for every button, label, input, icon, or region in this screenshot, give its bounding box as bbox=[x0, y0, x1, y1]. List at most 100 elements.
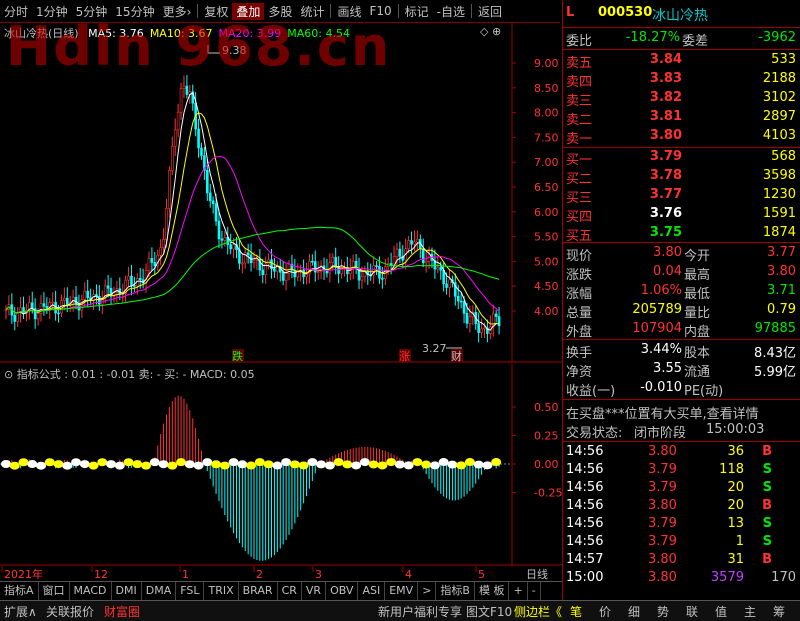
status-mid-item[interactable]: 图文F10 bbox=[466, 603, 512, 620]
toolbar-item[interactable]: -自选 bbox=[433, 3, 469, 20]
order-label: 卖二 bbox=[566, 113, 593, 128]
tick-time: 14:56 bbox=[566, 498, 604, 513]
kline-chart[interactable]: 9.00 8.50 8.00 7.50 7.00 6.50 6.00 5.50 5.00 4.50… bbox=[0, 15, 562, 363]
event-marker-label: 财 bbox=[451, 349, 462, 363]
toolbar-separator bbox=[471, 4, 472, 18]
candle-body bbox=[168, 170, 171, 209]
price-tick: 5.00 bbox=[534, 255, 559, 268]
signal-dot bbox=[184, 460, 195, 469]
candle-body bbox=[459, 300, 463, 303]
status-left-item[interactable]: 财富圈 bbox=[104, 603, 140, 620]
indicator-tab[interactable]: EMV bbox=[385, 582, 419, 600]
fin-row: 收益(一) -0.010 PE(动) bbox=[562, 379, 800, 399]
toolbar-item[interactable]: 标记 bbox=[401, 3, 433, 20]
fin-label: PE(动) bbox=[684, 384, 724, 399]
candle-body bbox=[413, 241, 416, 245]
status-left-item[interactable]: 关联报价 bbox=[46, 603, 94, 620]
candle-body bbox=[448, 279, 451, 288]
fin-value: 3.44% bbox=[640, 342, 682, 357]
order-price: 3.77 bbox=[649, 187, 682, 202]
period-label[interactable]: 日线 bbox=[526, 567, 548, 581]
candle-body bbox=[296, 271, 300, 278]
status-mid-item[interactable]: 新用户福利专享 bbox=[378, 603, 462, 620]
price-tick: 8.50 bbox=[534, 82, 559, 95]
status-right-tab[interactable]: 细 bbox=[628, 603, 640, 620]
status-left-item[interactable]: 扩展∧ bbox=[4, 603, 37, 620]
settings-icons[interactable]: ◇ ⊕ bbox=[480, 25, 501, 38]
candle-body bbox=[173, 129, 177, 147]
status-right-tab[interactable]: 价 bbox=[599, 603, 611, 620]
flag-label: L bbox=[566, 5, 575, 20]
status-right-tab[interactable]: 联 bbox=[686, 603, 698, 620]
order-label: 卖一 bbox=[566, 132, 593, 147]
status-right-tab[interactable]: 筹 bbox=[773, 603, 785, 620]
indicator-tab[interactable]: + bbox=[509, 582, 528, 600]
weibi-value: -18.27% bbox=[625, 30, 680, 45]
indicator-tab[interactable]: 窗口 bbox=[39, 582, 70, 600]
dropdown-icon[interactable]: ⊙ bbox=[4, 368, 13, 381]
status-right-tab[interactable]: 值 bbox=[715, 603, 727, 620]
macd-svg[interactable]: 0.50 0.25 0.00 -0.25 bbox=[0, 364, 562, 566]
status-right-tab[interactable]: 势 bbox=[657, 603, 669, 620]
indicator-tab[interactable]: > bbox=[418, 582, 437, 600]
news-ticker[interactable]: 在买盘***位置有大买单,查看详情 bbox=[566, 403, 759, 422]
signal-dot bbox=[403, 461, 414, 470]
indicator-tab[interactable]: DMI bbox=[112, 582, 142, 600]
price-tick: 6.00 bbox=[534, 206, 559, 219]
signal-dot bbox=[289, 460, 300, 469]
signal-dot bbox=[359, 458, 370, 467]
ma-line bbox=[5, 155, 500, 314]
candle-body bbox=[468, 316, 472, 324]
signal-dot bbox=[447, 460, 458, 469]
macd-chart[interactable]: 0.50 0.25 0.00 -0.25 ⊙ 指标公式 : 0.01 : -0.01 … bbox=[0, 364, 562, 566]
weicha-label: 委差 bbox=[682, 34, 709, 49]
fin-label: 流通 bbox=[684, 365, 711, 380]
indicator-tab[interactable]: DMA bbox=[142, 582, 177, 600]
stat-row: 涨幅 1.06% 最低 3.71 bbox=[562, 282, 800, 302]
signal-dot bbox=[386, 458, 397, 467]
event-marker-label: 涨 bbox=[399, 350, 410, 363]
stat-value: 205789 bbox=[632, 302, 682, 317]
candle-body bbox=[424, 261, 428, 264]
stat-label: 现价 bbox=[566, 249, 593, 264]
status-right-tab[interactable]: 笔 bbox=[570, 603, 582, 620]
fin-row: 净资 3.55 流通 5.99亿 bbox=[562, 360, 800, 380]
indicator-tab[interactable]: - bbox=[528, 582, 541, 600]
toolbar-item[interactable]: 返回 bbox=[474, 3, 506, 20]
order-price: 3.80 bbox=[649, 128, 682, 143]
indicator-tab[interactable]: 指标A bbox=[0, 582, 39, 600]
indicator-tab[interactable]: 指标B bbox=[436, 582, 475, 600]
candle-body bbox=[171, 145, 174, 171]
candle-body bbox=[13, 314, 17, 322]
candle-body bbox=[197, 128, 200, 149]
indicator-tab[interactable]: FSL bbox=[176, 582, 205, 600]
stat-value: 0.79 bbox=[767, 302, 796, 317]
candle-body bbox=[311, 260, 314, 263]
event-marker-label: 跌 bbox=[232, 349, 243, 363]
signal-dot bbox=[27, 460, 38, 469]
indicator-tab[interactable]: TRIX bbox=[204, 582, 239, 600]
toolbar-separator bbox=[397, 4, 399, 18]
signal-dot bbox=[429, 461, 440, 470]
status-right-tab[interactable]: 主 bbox=[744, 603, 756, 620]
indicator-tab[interactable]: BRAR bbox=[239, 582, 278, 600]
candle-body bbox=[462, 301, 466, 314]
candle-body bbox=[381, 277, 384, 280]
order-row: 买三 3.77 1230 bbox=[562, 186, 800, 206]
order-volume: 2188 bbox=[762, 71, 796, 86]
indicator-tab[interactable]: ASI bbox=[358, 582, 386, 600]
weibi-label: 委比 bbox=[566, 34, 593, 49]
order-row: 卖五 3.84 533 bbox=[562, 51, 800, 71]
indicator-tab[interactable]: VR bbox=[302, 582, 327, 600]
tick-row: 14:56 3.80 36 B bbox=[562, 443, 800, 462]
indicator-tab[interactable]: MACD bbox=[70, 582, 112, 600]
candle-body bbox=[138, 278, 142, 280]
indicator-tab[interactable]: CR bbox=[278, 582, 302, 600]
signal-dot bbox=[438, 458, 449, 467]
indicator-tab[interactable]: OBV bbox=[326, 582, 359, 600]
indicator-tab[interactable]: 模 板 bbox=[475, 582, 510, 600]
signal-dot bbox=[298, 461, 309, 470]
status-mid-item[interactable]: 侧边栏《 bbox=[514, 603, 562, 620]
order-volume: 3102 bbox=[762, 90, 796, 105]
tick-row: 15:00 3.80 3579 170 bbox=[562, 569, 800, 588]
